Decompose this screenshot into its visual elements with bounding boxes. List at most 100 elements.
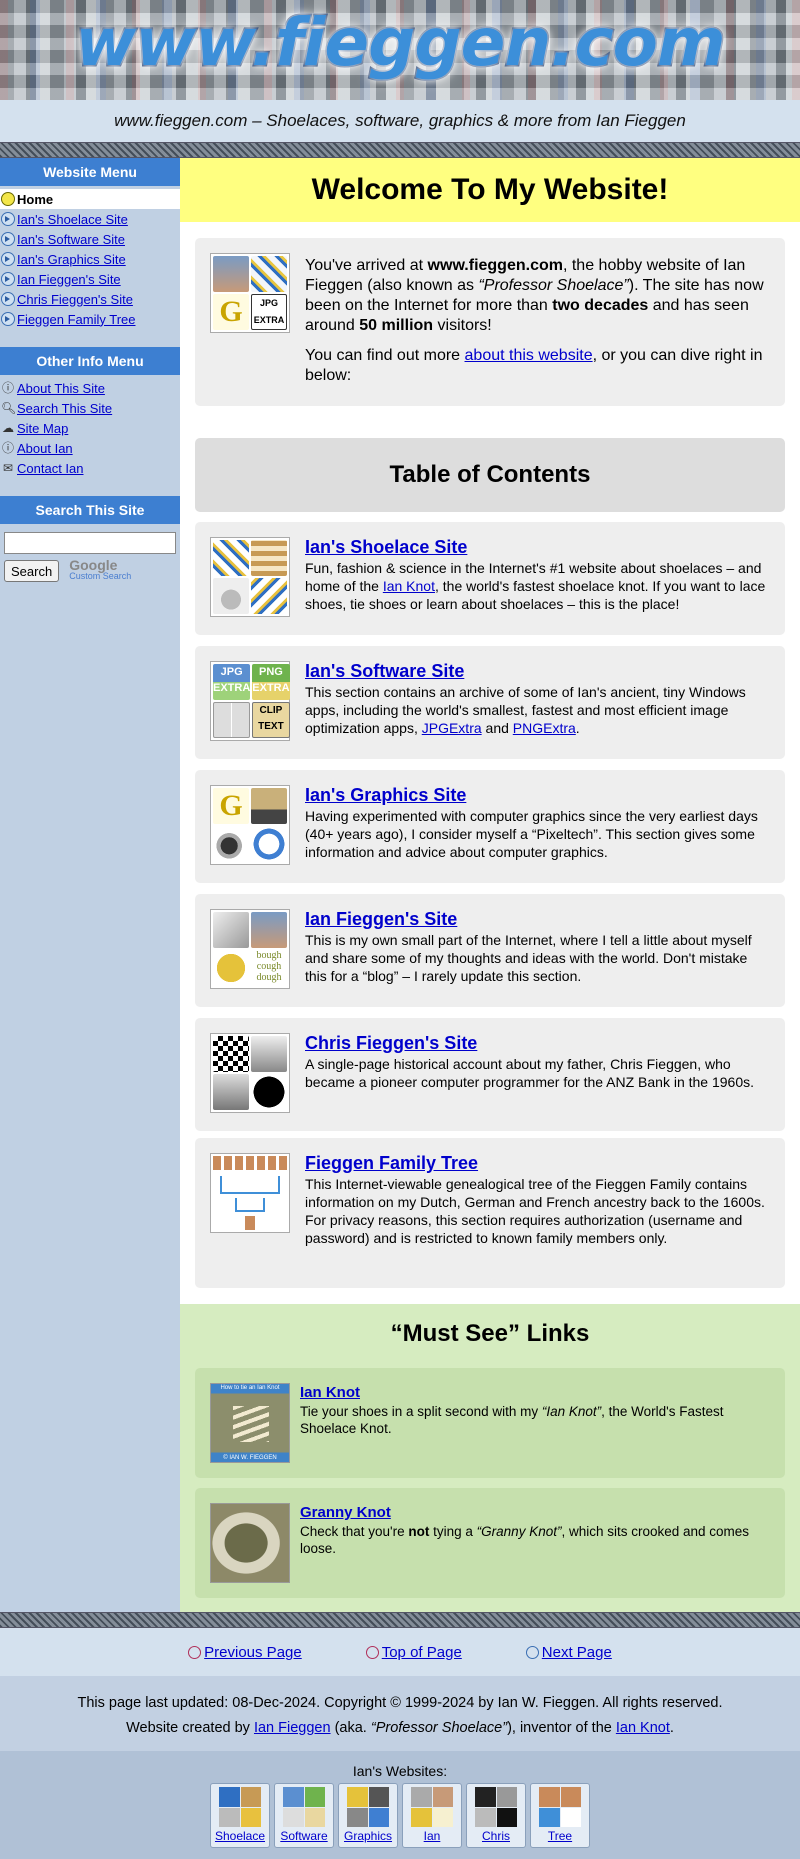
jpgextra-link[interactable]: JPGExtra bbox=[422, 720, 482, 736]
top-of-page-button[interactable]: Top of Page bbox=[365, 1644, 462, 1661]
table-of-contents-title: Table of Contents bbox=[195, 438, 785, 512]
arrow-circle-icon bbox=[1, 292, 15, 306]
arrow-circle-icon bbox=[1, 312, 15, 326]
website-menu: Home Ian's Shoelace Site Ian's Software … bbox=[0, 186, 180, 335]
ian-knot-title-link[interactable]: Ian Knot bbox=[300, 1384, 360, 1401]
site-card-label[interactable]: Shoelace bbox=[215, 1829, 265, 1843]
top-of-page-link[interactable]: Top of Page bbox=[382, 1644, 462, 1661]
site-logo[interactable]: www.fieggen.com bbox=[0, 3, 800, 83]
sidebar-item-graphics[interactable]: Ian's Graphics Site bbox=[0, 249, 180, 269]
previous-page-button[interactable]: Previous Page bbox=[188, 1644, 302, 1661]
sidebar-item-label[interactable]: Ian's Software Site bbox=[17, 232, 125, 247]
sidebar-item-family-tree[interactable]: Fieggen Family Tree bbox=[0, 309, 180, 329]
arrow-circle-icon bbox=[1, 232, 15, 246]
sidebar-item-shoelace[interactable]: Ian's Shoelace Site bbox=[0, 209, 180, 229]
granny-knot-thumbnail[interactable] bbox=[210, 1503, 290, 1583]
arrow-circle-icon bbox=[1, 252, 15, 266]
chris-thumbnail[interactable] bbox=[210, 1033, 290, 1113]
created-by-text: Website created by Ian Fieggen (aka. “Pr… bbox=[126, 1720, 674, 1736]
site-card-label[interactable]: Software bbox=[280, 1829, 327, 1843]
top-divider bbox=[0, 142, 800, 158]
software-thumbnail[interactable]: JPG EXTRA PNG EXTRA CLIP TEXT bbox=[210, 661, 290, 741]
sidebar-item-label[interactable]: About This Site bbox=[17, 381, 105, 396]
must-see-title: “Must See” Links bbox=[390, 1320, 590, 1347]
intro-panel: G JPG EXTRA You've arrived at www.fieggen… bbox=[195, 238, 785, 406]
pngextra-link[interactable]: PNGExtra bbox=[513, 720, 576, 736]
site-card-software[interactable]: Software bbox=[274, 1783, 334, 1848]
ian-fieggen-footer-link[interactable]: Ian Fieggen bbox=[254, 1720, 331, 1736]
site-card-graphics[interactable]: Graphics bbox=[338, 1783, 398, 1848]
family-tree-link[interactable]: Fieggen Family Tree bbox=[305, 1153, 478, 1173]
sidebar-item-software[interactable]: Ian's Software Site bbox=[0, 229, 180, 249]
sidebar-item-label[interactable]: Contact Ian bbox=[17, 461, 84, 476]
site-card-chris[interactable]: Chris bbox=[466, 1783, 526, 1848]
site-card-ian[interactable]: Ian bbox=[402, 1783, 462, 1848]
search-box: Search Google Custom Search bbox=[0, 524, 180, 582]
sidebar-item-label[interactable]: Site Map bbox=[17, 421, 68, 436]
arrow-circle-icon bbox=[1, 272, 15, 286]
other-info-menu-title: Other Info Menu bbox=[0, 347, 180, 375]
sidebar-item-contact-ian[interactable]: ✉ Contact Ian bbox=[0, 458, 180, 478]
envelope-icon: ✉ bbox=[2, 461, 14, 475]
graphics-site-link[interactable]: Ian's Graphics Site bbox=[305, 785, 466, 805]
site-card-shoelace[interactable]: Shoelace bbox=[210, 1783, 270, 1848]
toc-section-software: JPG EXTRA PNG EXTRA CLIP TEXT Ian's Softwar… bbox=[195, 646, 785, 759]
intro-text: You've arrived at www.fieggen.com, the h… bbox=[305, 257, 764, 384]
graphics-thumbnail[interactable]: G bbox=[210, 785, 290, 865]
sidebar-item-label[interactable]: Chris Fieggen's Site bbox=[17, 292, 133, 307]
site-card-label[interactable]: Tree bbox=[548, 1829, 572, 1843]
footer-navigation: Previous Page Top of Page Next Page bbox=[0, 1628, 800, 1676]
site-card-label[interactable]: Chris bbox=[482, 1829, 510, 1843]
header-banner: www.fieggen.com bbox=[0, 0, 800, 100]
info-icon: ⓘ bbox=[1, 381, 14, 395]
arrow-left-icon bbox=[188, 1645, 202, 1659]
granny-knot-title-link[interactable]: Granny Knot bbox=[300, 1504, 391, 1521]
other-info-menu: ⓘ About This Site 🔍︎ Search This Site ☁ … bbox=[0, 375, 180, 484]
family-tree-thumbnail[interactable] bbox=[210, 1153, 290, 1233]
software-site-link[interactable]: Ian's Software Site bbox=[305, 661, 464, 681]
ian-knot-thumbnail[interactable]: How to tie an Ian Knot © IAN W. FIEGGEN bbox=[210, 1383, 290, 1463]
ian-fieggen-site-link[interactable]: Ian Fieggen's Site bbox=[305, 909, 457, 929]
sites-label: Ian's Websites: bbox=[352, 1763, 448, 1779]
sidebar-item-home[interactable]: Home bbox=[0, 189, 180, 209]
intro-thumbnail: G JPG EXTRA bbox=[210, 253, 290, 333]
sidebar-item-chris[interactable]: Chris Fieggen's Site bbox=[0, 289, 180, 309]
search-input[interactable] bbox=[4, 532, 176, 554]
site-card-tree[interactable]: Tree bbox=[530, 1783, 590, 1848]
toc-section-chris: Chris Fieggen's Site A single-page histo… bbox=[195, 1018, 785, 1131]
next-page-link[interactable]: Next Page bbox=[542, 1644, 612, 1661]
website-menu-title: Website Menu bbox=[0, 158, 180, 186]
sidebar-item-search-site[interactable]: 🔍︎ Search This Site bbox=[0, 398, 180, 418]
sidebar-item-label[interactable]: Search This Site bbox=[17, 401, 112, 416]
sidebar-item-label[interactable]: Ian Fieggen's Site bbox=[17, 272, 121, 287]
must-see-granny-knot: Granny Knot Check that you're not tying … bbox=[195, 1488, 785, 1598]
sidebar-item-label[interactable]: Ian's Shoelace Site bbox=[17, 212, 128, 227]
must-see-section: “Must See” Links How to tie an Ian Knot … bbox=[180, 1304, 800, 1612]
arrow-up-icon bbox=[365, 1645, 379, 1659]
ian-knot-link[interactable]: Ian Knot bbox=[383, 578, 435, 594]
page-title: Welcome To My Website! bbox=[180, 158, 800, 222]
sidebar-item-site-map[interactable]: ☁ Site Map bbox=[0, 418, 180, 438]
shoelace-site-link[interactable]: Ian's Shoelace Site bbox=[305, 537, 467, 557]
next-page-button[interactable]: Next Page bbox=[525, 1644, 612, 1661]
ian-thumbnail[interactable]: bough cough dough bbox=[210, 909, 290, 989]
shoelace-thumbnail[interactable] bbox=[210, 537, 290, 617]
ian-knot-footer-link[interactable]: Ian Knot bbox=[616, 1720, 670, 1736]
footer-info: This page last updated: 08-Dec-2024. Cop… bbox=[0, 1676, 800, 1751]
info-icon: ⓘ bbox=[1, 441, 14, 455]
sidebar-item-label[interactable]: About Ian bbox=[17, 441, 73, 456]
about-website-link[interactable]: about this website bbox=[465, 347, 593, 364]
sidebar: Website Menu Home Ian's Shoelace Site Ia… bbox=[0, 158, 180, 1612]
search-button[interactable]: Search bbox=[4, 560, 60, 582]
site-card-label[interactable]: Graphics bbox=[344, 1829, 392, 1843]
sidebar-item-ian[interactable]: Ian Fieggen's Site bbox=[0, 269, 180, 289]
site-card-label[interactable]: Ian bbox=[424, 1829, 441, 1843]
previous-page-link[interactable]: Previous Page bbox=[204, 1644, 302, 1661]
sidebar-item-about-ian[interactable]: ⓘ About Ian bbox=[0, 438, 180, 458]
sidebar-item-label[interactable]: Ian's Graphics Site bbox=[17, 252, 126, 267]
sidebar-item-label[interactable]: Fieggen Family Tree bbox=[17, 312, 136, 327]
chris-fieggen-site-link[interactable]: Chris Fieggen's Site bbox=[305, 1033, 477, 1053]
yellow-dot-icon bbox=[1, 192, 15, 206]
bottom-divider bbox=[0, 1612, 800, 1628]
sidebar-item-about-site[interactable]: ⓘ About This Site bbox=[0, 378, 180, 398]
